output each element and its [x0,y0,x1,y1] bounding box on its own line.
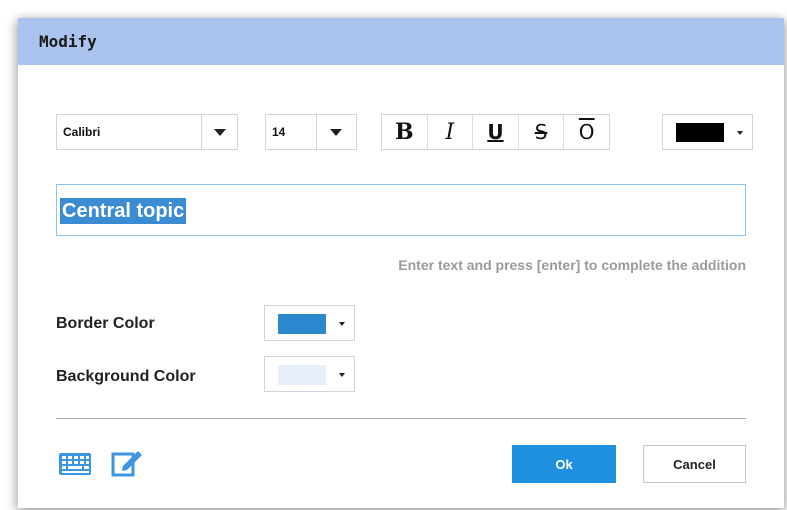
topic-text-input[interactable]: Central topic [56,184,746,236]
chevron-down-icon [339,373,345,377]
font-family-value: Calibri [63,125,101,139]
chevron-down-icon [737,131,743,135]
font-family-select[interactable]: Calibri [56,114,238,150]
topic-text-value: Central topic [60,198,187,224]
chevron-down-icon [214,129,226,136]
overline-button[interactable]: O [564,115,609,149]
text-format-toolbar: B I U S O [381,114,610,150]
text-color-picker[interactable] [662,114,753,150]
italic-button[interactable]: I [428,115,474,149]
border-color-picker[interactable] [264,305,355,341]
chevron-down-icon [330,129,342,136]
edit-icon[interactable] [111,446,143,478]
dialog-titlebar: Modify [18,18,784,65]
dialog-title: Modify [39,32,97,51]
background-color-picker[interactable] [264,356,355,392]
underline-button[interactable]: U [473,115,519,149]
bold-button[interactable]: B [382,115,428,149]
background-color-swatch [278,365,326,385]
input-hint: Enter text and press [enter] to complete… [398,257,746,273]
strikethrough-button[interactable]: S [519,115,565,149]
divider [56,418,746,419]
cancel-button[interactable]: Cancel [643,445,746,483]
modify-dialog: Modify Calibri 14 B I U S O Central topi… [18,18,784,508]
background-color-label: Background Color [56,368,196,385]
border-color-label: Border Color [56,315,155,332]
font-size-value: 14 [272,125,286,139]
border-color-swatch [278,314,326,334]
ok-button[interactable]: Ok [512,445,616,483]
keyboard-icon[interactable] [58,452,92,476]
chevron-down-icon [339,322,345,326]
text-color-swatch [676,123,724,142]
font-size-select[interactable]: 14 [265,114,357,150]
